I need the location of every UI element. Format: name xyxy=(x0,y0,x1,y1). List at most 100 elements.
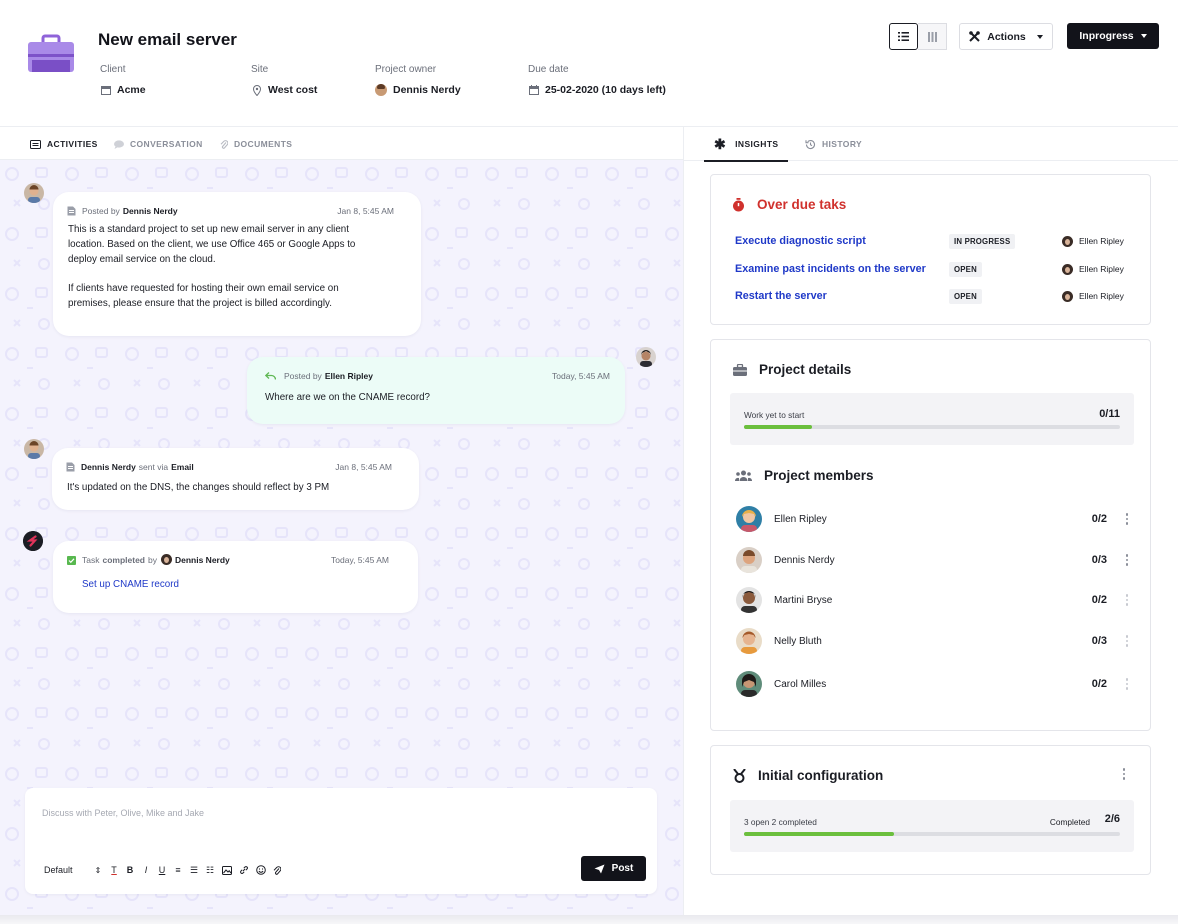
config-progress-fill xyxy=(744,832,895,836)
member-name: Dennis Nerdy xyxy=(774,554,835,566)
work-progress-fill xyxy=(744,425,812,429)
task-link[interactable]: Set up CNAME record xyxy=(82,578,179,593)
message-channel: Email xyxy=(171,462,194,472)
task-completed-bubble: Task completed by Dennis Nerdy Today, 5:… xyxy=(53,541,418,613)
message-text: Where are we on the CNAME record? xyxy=(265,392,430,403)
emoji-icon[interactable] xyxy=(255,864,266,876)
status-dropdown[interactable]: Inprogress xyxy=(1067,23,1159,49)
member-row[interactable]: Dennis Nerdy 0/3 xyxy=(736,546,1131,574)
post-button[interactable]: Post xyxy=(581,856,646,881)
status-badge: OPEN xyxy=(949,288,982,304)
sent-via-label: sent via xyxy=(138,462,169,472)
align-icon[interactable]: ≡ xyxy=(174,864,183,876)
composer-input[interactable]: Discuss with Peter, Olive, Mike and Jake xyxy=(42,808,204,818)
status-label: Inprogress xyxy=(1079,30,1134,42)
avatar xyxy=(736,587,762,613)
member-count: 0/2 xyxy=(1091,513,1107,525)
member-name: Carol Milles xyxy=(774,678,827,690)
site-meta: Site West cost xyxy=(251,64,317,96)
underline-icon[interactable]: U xyxy=(158,864,167,876)
tab-activities[interactable]: ACTIVITIES xyxy=(22,127,106,162)
avatar xyxy=(1062,235,1073,247)
initial-configuration-card: Initial configuration 3 open 2 completed… xyxy=(710,745,1151,875)
tab-conversation[interactable]: CONVERSATION xyxy=(114,127,203,161)
link-icon[interactable] xyxy=(239,864,249,876)
member-count: 0/2 xyxy=(1091,678,1107,690)
more-options-icon[interactable] xyxy=(1125,635,1129,647)
chevron-down-icon xyxy=(1140,34,1147,38)
client-value: Acme xyxy=(117,84,146,96)
tab-history[interactable]: HISTORY xyxy=(805,127,862,161)
project-header: New email server Client Acme Site West c… xyxy=(0,0,1178,126)
format-select[interactable]: Default xyxy=(44,865,73,875)
avatar xyxy=(736,506,762,532)
task-assignee[interactable]: Ellen Ripley xyxy=(1062,235,1124,247)
member-row[interactable]: Carol Milles 0/2 xyxy=(736,670,1131,698)
insights-panel: ✱ INSIGHTS HISTORY Over due taks Execute… xyxy=(683,126,1178,916)
avatar xyxy=(736,671,762,697)
task-link[interactable]: Examine past incidents on the server xyxy=(735,263,949,275)
bold-icon[interactable]: B xyxy=(126,864,135,876)
task-assignee[interactable]: Ellen Ripley xyxy=(1062,263,1124,275)
task-link[interactable]: Restart the server xyxy=(735,290,949,302)
more-options-icon[interactable] xyxy=(1122,768,1126,780)
tab-documents[interactable]: DOCUMENTS xyxy=(220,127,292,161)
avatar-dennis-nerdy[interactable] xyxy=(24,183,44,203)
task-assignee[interactable]: Ellen Ripley xyxy=(1062,290,1124,302)
status-badge: IN PROGRESS xyxy=(949,233,1016,249)
avatar-ellen-ripley[interactable] xyxy=(636,347,656,367)
avatar-dennis-nerdy[interactable] xyxy=(24,439,44,459)
member-row[interactable]: Nelly Bluth 0/3 xyxy=(736,627,1131,655)
image-icon[interactable] xyxy=(221,864,232,876)
overdue-task-row: Examine past incidents on the server OPE… xyxy=(735,261,1135,277)
text-color-icon[interactable]: T xyxy=(110,864,119,876)
avatar xyxy=(1062,290,1073,302)
task-word: Task xyxy=(82,554,100,565)
message-bubble-own: Posted by Ellen Ripley Today, 5:45 AM Wh… xyxy=(247,357,625,424)
actions-label: Actions xyxy=(987,30,1026,43)
calendar-icon xyxy=(528,85,539,96)
italic-icon[interactable]: I xyxy=(142,864,151,876)
message-bubble: Dennis Nerdy sent via Email Jan 8, 5:45 … xyxy=(52,448,419,510)
message-author[interactable]: Dennis Nerdy xyxy=(81,462,136,472)
more-options-icon[interactable] xyxy=(1125,594,1129,606)
more-options-icon[interactable] xyxy=(1125,678,1129,690)
overdue-tasks-card: Over due taks Execute diagnostic script … xyxy=(710,174,1151,325)
message-author[interactable]: Dennis Nerdy xyxy=(123,206,178,216)
member-row[interactable]: Ellen Ripley 0/2 xyxy=(736,505,1131,533)
task-link[interactable]: Execute diagnostic script xyxy=(735,235,949,247)
site-label: Site xyxy=(251,64,269,75)
config-progress-track xyxy=(744,832,1120,836)
avatar xyxy=(1062,263,1073,275)
select-arrows-icon[interactable]: ⇕ xyxy=(94,864,103,876)
view-toggle xyxy=(889,23,947,50)
board-view-button[interactable] xyxy=(918,23,947,50)
work-count: 0/11 xyxy=(1099,408,1120,420)
more-options-icon[interactable] xyxy=(1125,513,1129,525)
tools-icon xyxy=(969,31,981,42)
project-details-card: Project details Work yet to start 0/11 P… xyxy=(710,339,1151,731)
owner-value[interactable]: Dennis Nerdy xyxy=(393,84,461,96)
tab-insights[interactable]: ✱ INSIGHTS xyxy=(704,127,789,162)
member-row[interactable]: Martini Bryse 0/2 xyxy=(736,586,1131,614)
tab-documents-label: DOCUMENTS xyxy=(234,139,293,149)
actions-dropdown[interactable]: Actions xyxy=(959,23,1053,50)
message-author[interactable]: Dennis Nerdy xyxy=(175,555,230,565)
bullet-list-icon[interactable]: ☰ xyxy=(190,864,199,876)
more-options-icon[interactable] xyxy=(1125,554,1129,566)
group-icon xyxy=(735,470,752,481)
overdue-task-row: Execute diagnostic script IN PROGRESS El… xyxy=(735,233,1135,249)
send-icon xyxy=(594,864,605,873)
member-name: Nelly Bluth xyxy=(774,635,822,647)
assignee-name: Ellen Ripley xyxy=(1079,264,1124,274)
chat-bubble-icon xyxy=(114,139,124,149)
activity-feed[interactable]: Posted by Dennis Nerdy Jan 8, 5:45 AM Th… xyxy=(0,160,683,916)
avatar xyxy=(736,628,762,654)
members-title: Project members xyxy=(764,468,874,483)
config-summary: 3 open 2 completed xyxy=(744,817,817,827)
numbered-list-icon[interactable]: ☷ xyxy=(206,864,215,876)
attachment-icon[interactable] xyxy=(273,864,282,876)
message-author[interactable]: Ellen Ripley xyxy=(325,371,373,381)
list-view-button[interactable] xyxy=(889,23,918,50)
activities-icon xyxy=(30,139,41,149)
